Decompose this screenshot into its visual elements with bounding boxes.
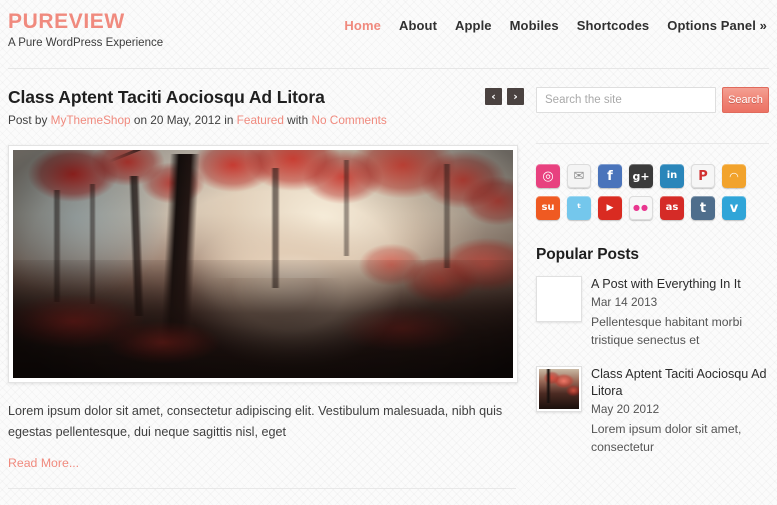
linkedin-icon[interactable]: in <box>660 164 684 188</box>
nav-item-home[interactable]: Home <box>344 18 381 33</box>
search-button[interactable]: Search <box>722 87 769 113</box>
post-meta-with: with <box>287 113 309 127</box>
post-excerpt: Lorem ipsum dolor sit amet, consectetur … <box>8 404 503 439</box>
tumblr-glyph: t <box>699 200 707 216</box>
vimeo-icon[interactable]: v <box>722 196 746 220</box>
layout-wrapper: Class Aptent Taciti Aociosqu Ad Litora ‹… <box>0 69 777 490</box>
post-author-link[interactable]: MyThemeShop <box>51 113 131 127</box>
linkedin-glyph: in <box>666 170 678 181</box>
list-item[interactable]: Class Aptent Taciti Aociosqu Ad Litora M… <box>536 366 769 456</box>
tumblr-icon[interactable]: t <box>691 196 715 220</box>
post-header: Class Aptent Taciti Aociosqu Ad Litora ‹… <box>8 87 524 108</box>
popular-post-title[interactable]: Class Aptent Taciti Aociosqu Ad Litora <box>591 366 769 399</box>
dribbble-icon[interactable]: ◎ <box>536 164 560 188</box>
facebook-glyph: f <box>607 168 613 184</box>
post-meta: Post by MyThemeShop on 20 May, 2012 in F… <box>8 113 524 128</box>
popular-post-thumbnail[interactable] <box>536 366 582 413</box>
email-icon[interactable]: ✉ <box>567 164 591 188</box>
twitter-icon[interactable]: ᵗ <box>567 196 591 220</box>
slider-navigation: ‹ › <box>485 87 524 105</box>
post-comments-link[interactable]: No Comments <box>311 113 386 127</box>
popular-post-excerpt: Pellentesque habitant morbi tristique se… <box>591 314 743 347</box>
chevron-right-icon[interactable]: › <box>507 88 524 105</box>
featured-image-frame[interactable] <box>8 145 518 384</box>
pinterest-glyph: P <box>698 168 708 184</box>
chevron-left-icon[interactable]: ‹ <box>485 88 502 105</box>
page-root: PUREVIEW A Pure WordPress Experience Hom… <box>0 0 777 505</box>
flickr-icon[interactable]: ●● <box>629 196 653 220</box>
email-glyph: ✉ <box>573 168 585 184</box>
site-tagline: A Pure WordPress Experience <box>8 37 164 50</box>
featured-image-autumn-forest <box>13 150 513 379</box>
nav-item-apple[interactable]: Apple <box>455 18 492 33</box>
list-item[interactable]: A Post with Everything In It Mar 14 2013… <box>536 276 769 349</box>
post-meta-prefix: Post by <box>8 113 48 127</box>
social-icons-widget: ◎ ✉ f g+ in P ◠ su ᵗ ▶ ●● as t v <box>536 164 769 220</box>
popular-posts-list: A Post with Everything In It Mar 14 2013… <box>536 276 769 456</box>
lastfm-glyph: as <box>665 202 679 213</box>
rss-icon[interactable]: ◠ <box>722 164 746 188</box>
stumbleupon-glyph: su <box>541 202 555 213</box>
main-content: Class Aptent Taciti Aociosqu Ad Litora ‹… <box>8 69 524 490</box>
googleplus-glyph: g+ <box>632 169 650 183</box>
popular-post-excerpt: Lorem ipsum dolor sit amet, consectetur <box>591 421 742 454</box>
site-header: PUREVIEW A Pure WordPress Experience Hom… <box>0 0 777 62</box>
nav-item-options-panel[interactable]: Options Panel » <box>667 18 767 33</box>
site-branding: PUREVIEW A Pure WordPress Experience <box>8 10 163 51</box>
dribbble-glyph: ◎ <box>542 168 554 184</box>
post-category-link[interactable]: Featured <box>237 113 284 127</box>
popular-post-date: Mar 14 2013 <box>591 294 658 309</box>
main-navigation: Home About Apple Mobiles Shortcodes Opti… <box>344 10 769 33</box>
popular-post-thumbnail[interactable] <box>536 276 582 322</box>
popular-post-title[interactable]: A Post with Everything In It <box>591 276 769 293</box>
stumbleupon-icon[interactable]: su <box>536 196 560 220</box>
search-widget: Search <box>536 87 769 113</box>
vimeo-glyph: v <box>729 200 739 216</box>
popular-posts-title: Popular Posts <box>536 246 639 263</box>
flickr-glyph: ●● <box>633 203 649 212</box>
popular-post-date: May 20 2012 <box>591 401 660 416</box>
youtube-icon[interactable]: ▶ <box>598 196 622 220</box>
facebook-icon[interactable]: f <box>598 164 622 188</box>
nav-item-mobiles[interactable]: Mobiles <box>510 18 559 33</box>
post-divider <box>8 488 516 490</box>
site-logo[interactable]: PUREVIEW <box>8 10 163 33</box>
pinterest-icon[interactable]: P <box>691 164 715 188</box>
post-date: on 20 May, 2012 <box>133 113 221 127</box>
read-more-link[interactable]: Read More... <box>8 456 79 470</box>
image-layer-vignette <box>13 150 513 379</box>
thumbnail-forest-image <box>539 369 579 410</box>
twitter-glyph: ᵗ <box>576 201 582 215</box>
post-title[interactable]: Class Aptent Taciti Aociosqu Ad Litora <box>8 87 325 108</box>
youtube-glyph: ▶ <box>606 202 614 213</box>
nav-item-about[interactable]: About <box>399 18 437 33</box>
rss-glyph: ◠ <box>729 169 739 183</box>
sidebar-divider-top <box>536 143 769 144</box>
search-input[interactable] <box>536 87 716 113</box>
sidebar: Search ◎ ✉ f g+ in <box>536 69 769 489</box>
nav-item-shortcodes[interactable]: Shortcodes <box>577 18 650 33</box>
post-meta-in: in <box>224 113 234 127</box>
googleplus-icon[interactable]: g+ <box>629 164 653 188</box>
lastfm-icon[interactable]: as <box>660 196 684 220</box>
thumbnail-flower-image <box>539 279 579 319</box>
